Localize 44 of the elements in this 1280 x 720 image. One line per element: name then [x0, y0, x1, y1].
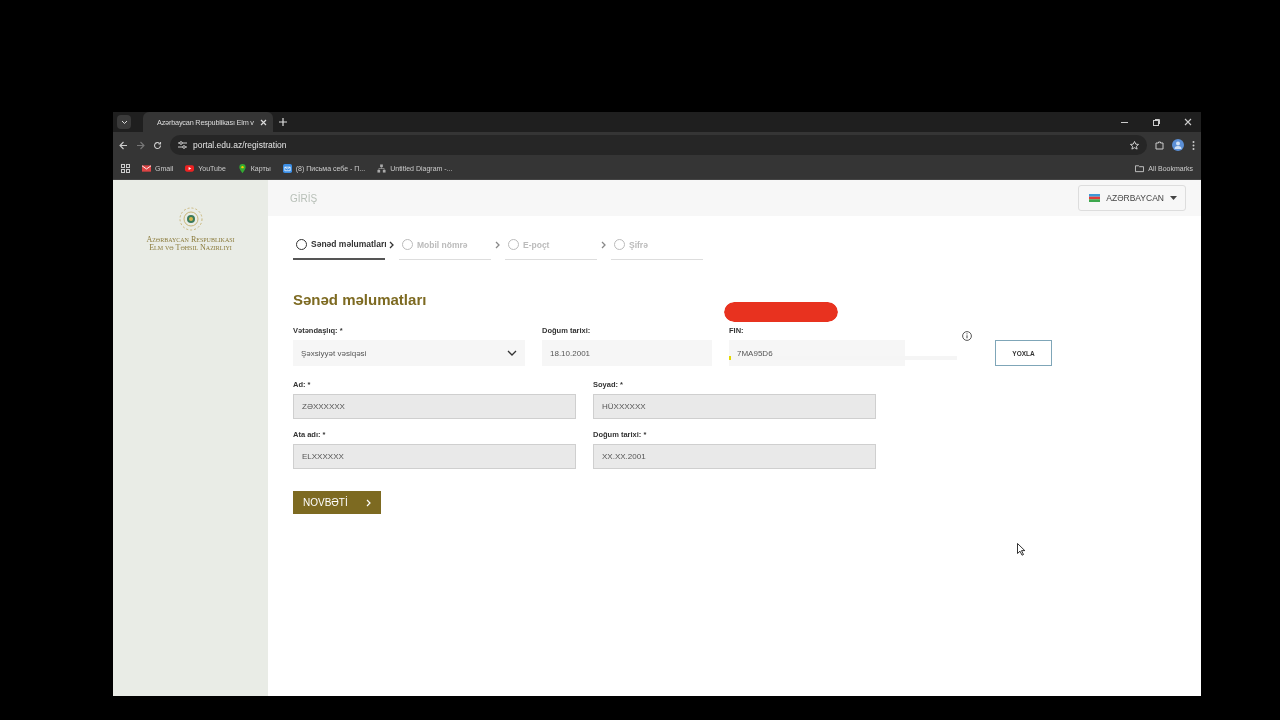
url-text: portal.edu.az/registration — [193, 140, 287, 150]
chevron-right-icon — [366, 498, 371, 507]
document-type-select[interactable]: Şəxsiyyət vəsiqəsi — [293, 340, 525, 366]
chevron-right-icon — [601, 241, 607, 249]
input-field[interactable]: XX.XX.2001 — [593, 444, 876, 469]
tab-search-button[interactable] — [117, 115, 131, 129]
chevron-right-icon — [389, 241, 395, 249]
map-pin-icon — [237, 164, 247, 173]
chevron-right-icon — [495, 241, 501, 249]
minimize-icon[interactable] — [1120, 121, 1128, 123]
profile-icon[interactable] — [1172, 139, 1184, 151]
reload-icon[interactable] — [153, 140, 162, 150]
info-icon[interactable] — [962, 331, 972, 341]
folder-icon — [1135, 164, 1145, 173]
step-tab[interactable]: Sənəd məlumatları — [293, 234, 385, 260]
new-tab-icon[interactable] — [279, 118, 287, 126]
chevron-down-icon — [507, 350, 517, 356]
input-field[interactable]: ZƏXXXXXX — [293, 394, 576, 419]
back-icon[interactable] — [119, 140, 128, 150]
input-field[interactable]: HÜXXXXXX — [593, 394, 876, 419]
input-field[interactable]: ELXXXXXX — [293, 444, 576, 469]
address-bar[interactable]: portal.edu.az/registration — [170, 135, 1147, 155]
language-select[interactable]: AZƏRBAYCAN — [1078, 185, 1186, 211]
emblem-icon — [177, 206, 204, 232]
star-icon[interactable] — [1130, 140, 1139, 150]
envelope-icon — [282, 164, 292, 173]
close-icon[interactable] — [1184, 118, 1192, 126]
flag-icon — [1089, 194, 1101, 202]
restore-icon[interactable] — [1152, 118, 1160, 126]
chevron-down-icon — [120, 119, 128, 125]
site-settings-icon[interactable] — [178, 141, 187, 149]
next-button[interactable]: NOVBƏTİ — [293, 491, 381, 514]
mouse-cursor-icon — [1017, 543, 1026, 556]
ministry-name: Azərbaycan Respublikası Elm və Təhsil Nazirliyi — [146, 236, 235, 252]
more-icon[interactable] — [1192, 140, 1195, 150]
forward-icon[interactable] — [136, 140, 145, 150]
apps-icon[interactable] — [121, 164, 130, 173]
mail-icon — [142, 164, 151, 173]
section-title: Sənəd məlumatları — [293, 291, 428, 308]
diagram-icon — [377, 164, 387, 173]
caret-icon — [1170, 196, 1177, 200]
play-icon — [185, 164, 195, 173]
input-field[interactable]: 18.10.2001 — [542, 340, 712, 366]
close-icon[interactable] — [260, 118, 267, 126]
